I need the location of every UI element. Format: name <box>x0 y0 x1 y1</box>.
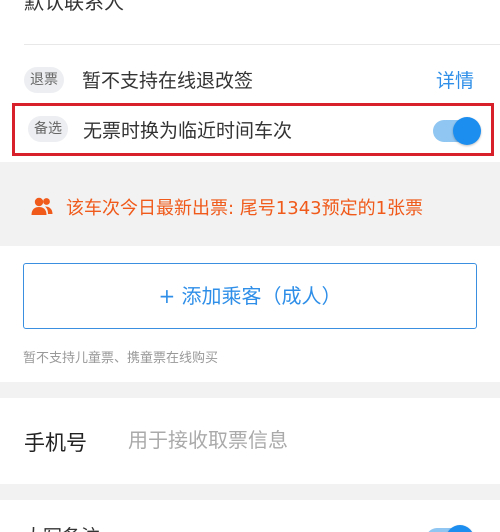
remarks-text: 大写备注 <box>24 522 100 532</box>
notice-text: 该车次今日最新出票: 尾号1343预定的1张票 <box>66 198 424 219</box>
toggle-knob <box>453 117 481 145</box>
alternate-train-row: 备选 无票时换为临近时间车次 <box>12 103 494 156</box>
phone-card: 手机号 <box>0 398 500 484</box>
phone-input[interactable] <box>128 422 458 458</box>
alternate-train-toggle[interactable] <box>433 117 481 145</box>
alternate-tag: 备选 <box>28 116 68 142</box>
latest-ticket-notice: 该车次今日最新出票: 尾号1343预定的1张票 <box>0 178 500 234</box>
phone-label: 手机号 <box>24 431 87 455</box>
alternate-train-text: 无票时换为临近时间车次 <box>83 120 293 142</box>
clipped-top-text: 默认联系人 <box>24 0 124 14</box>
refund-policy-text: 暂不支持在线退改签 <box>82 70 254 92</box>
booking-options-card: 默认联系人 退票 暂不支持在线退改签 详情 备选 无票时换为临近时间车次 <box>0 0 500 162</box>
toggle-knob <box>446 525 474 532</box>
remarks-toggle[interactable] <box>426 525 474 532</box>
refund-details-link[interactable]: 详情 <box>436 66 474 93</box>
add-passenger-button[interactable]: + 添加乘客（成人） <box>23 263 477 329</box>
divider <box>24 44 500 45</box>
passenger-card: + 添加乘客（成人） 暂不支持儿童票、携童票在线购买 <box>0 246 500 382</box>
refund-tag: 退票 <box>24 67 64 93</box>
person-group-icon <box>31 197 53 215</box>
refund-row: 退票 暂不支持在线退改签 详情 <box>0 58 500 102</box>
remarks-card: 大写备注 <box>0 500 500 532</box>
passenger-note: 暂不支持儿童票、携童票在线购买 <box>23 351 219 366</box>
